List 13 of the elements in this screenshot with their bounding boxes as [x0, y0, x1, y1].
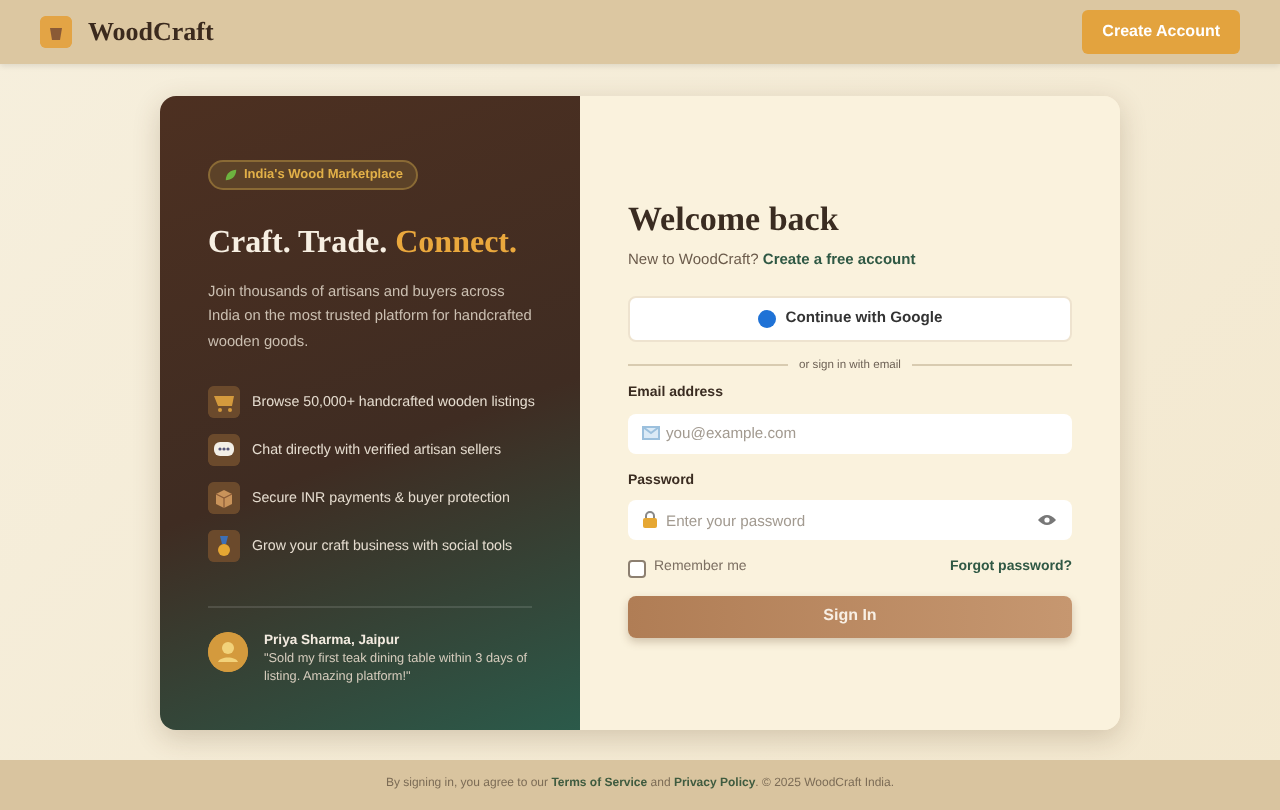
- medal-icon: [208, 529, 240, 562]
- lock-icon: [642, 510, 658, 529]
- welcome-heading: Welcome back: [628, 200, 841, 241]
- brand-name[interactable]: WoodCraft: [88, 12, 214, 52]
- logo-icon: [40, 16, 72, 48]
- show-password-icon[interactable]: [1038, 514, 1056, 527]
- package-icon: [208, 481, 240, 514]
- envelope-icon: [642, 425, 660, 440]
- chat-icon: [208, 433, 240, 466]
- remember-checkbox[interactable]: [628, 560, 646, 579]
- cart-icon: [208, 385, 240, 418]
- avatar-icon: [208, 631, 248, 672]
- headline: Craft. Trade. Connect.: [208, 224, 519, 263]
